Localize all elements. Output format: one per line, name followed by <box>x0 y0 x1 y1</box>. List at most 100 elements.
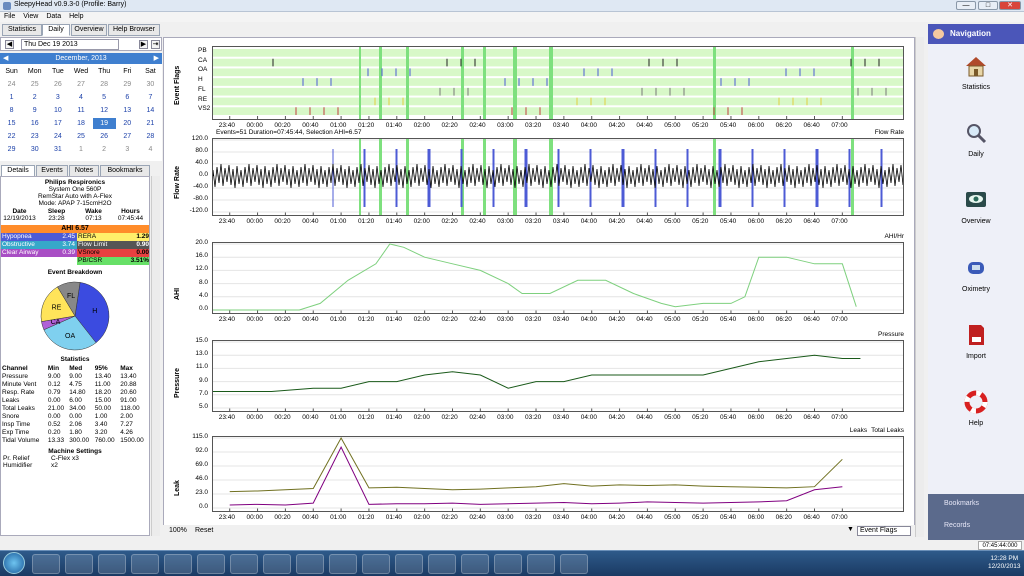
calendar-day[interactable]: 12 <box>93 105 116 116</box>
calendar-day[interactable]: 3 <box>116 144 139 155</box>
next-month-icon[interactable]: ▶ <box>154 53 159 64</box>
calendar-day[interactable]: 26 <box>93 131 116 142</box>
time-tick: 05:00 <box>664 316 681 323</box>
media-player-icon[interactable] <box>98 554 126 574</box>
nav-records[interactable]: Records <box>928 516 1024 538</box>
calendar-day[interactable]: 3 <box>46 92 69 103</box>
menu-view[interactable]: View <box>19 12 42 22</box>
calendar-day[interactable]: 9 <box>23 105 46 116</box>
itunes-icon[interactable] <box>329 554 357 574</box>
excel-icon[interactable] <box>560 554 588 574</box>
calendar-day[interactable]: 2 <box>23 92 46 103</box>
time-tick: 05:00 <box>664 514 681 521</box>
date-field[interactable]: Thu Dec 19 2013 <box>21 39 119 50</box>
calendar-day[interactable]: 15 <box>0 118 23 129</box>
calendar-day[interactable]: 28 <box>139 131 162 142</box>
calendar-day[interactable]: 30 <box>23 144 46 155</box>
leak-plot[interactable] <box>212 436 904 512</box>
chrome-icon[interactable] <box>263 554 291 574</box>
maximize-button[interactable]: □ <box>978 1 998 10</box>
calendar-day[interactable]: 7 <box>139 92 162 103</box>
nav-import[interactable]: Import <box>928 323 1024 360</box>
calendar-day[interactable]: 4 <box>69 92 92 103</box>
calendar-day[interactable]: 30 <box>139 79 162 90</box>
calendar-day[interactable]: 16 <box>23 118 46 129</box>
event-row: Clear Airway 0.39 VSnore 0.00 <box>1 249 149 257</box>
tab-daily[interactable]: Daily <box>42 24 70 36</box>
menu-data[interactable]: Data <box>42 12 65 22</box>
tab-statistics[interactable]: Statistics <box>2 24 42 36</box>
calendar-day[interactable]: 18 <box>69 118 92 129</box>
outlook-icon[interactable] <box>230 554 258 574</box>
flags-plot[interactable] <box>212 46 904 120</box>
sonos-icon[interactable] <box>197 554 225 574</box>
calendar-day[interactable]: 5 <box>93 92 116 103</box>
nav-overview[interactable]: Overview <box>928 188 1024 225</box>
details-scrollbar[interactable] <box>151 176 160 536</box>
calendar-day[interactable]: 10 <box>46 105 69 116</box>
time-tick: 06:40 <box>803 218 820 225</box>
calendar-day[interactable]: 19 <box>92 118 116 129</box>
calendar-day[interactable]: 29 <box>0 144 23 155</box>
tab-overview[interactable]: Overview <box>71 24 107 36</box>
prev-month-icon[interactable]: ◀ <box>3 53 8 64</box>
explorer-icon[interactable] <box>65 554 93 574</box>
dropdown-icon[interactable]: ▼ <box>847 526 854 533</box>
nav-help[interactable]: Help <box>928 390 1024 427</box>
minimize-button[interactable]: — <box>956 1 976 10</box>
media-center-icon[interactable] <box>362 554 390 574</box>
calendar-day[interactable]: 11 <box>69 105 92 116</box>
calendar-day[interactable]: 23 <box>23 131 46 142</box>
next-day-button[interactable]: ▶ <box>139 40 148 49</box>
calendar-day[interactable]: 22 <box>0 131 23 142</box>
calendar-day[interactable]: 1 <box>0 92 23 103</box>
calendar-day[interactable]: 25 <box>23 79 46 90</box>
charts-scrollbar[interactable] <box>915 37 924 537</box>
tab-help-browser[interactable]: Help Browser <box>108 24 160 36</box>
ie-icon[interactable] <box>32 554 60 574</box>
calendar-day[interactable]: 27 <box>69 79 92 90</box>
calendar-day[interactable]: 27 <box>116 131 139 142</box>
calendar-day[interactable]: 21 <box>139 118 162 129</box>
menu-file[interactable]: File <box>0 12 19 22</box>
ahi-plot[interactable] <box>212 242 904 314</box>
calendar-day[interactable]: 8 <box>0 105 23 116</box>
last-day-button[interactable]: ⇥ <box>151 40 160 49</box>
nav-daily[interactable]: Daily <box>928 121 1024 158</box>
remote-desktop-icon[interactable] <box>428 554 456 574</box>
pressure-plot[interactable] <box>212 340 904 412</box>
acrobat-icon[interactable] <box>494 554 522 574</box>
network-icon[interactable] <box>527 554 555 574</box>
calendar-day[interactable]: 20 <box>116 118 139 129</box>
calendar-day[interactable]: 29 <box>116 79 139 90</box>
calendar-day[interactable]: 13 <box>116 105 139 116</box>
wireless-icon[interactable] <box>296 554 324 574</box>
calendar-day[interactable]: 6 <box>116 92 139 103</box>
close-button[interactable]: ✕ <box>999 1 1021 10</box>
calendar-day[interactable]: 25 <box>69 131 92 142</box>
time-tick: 23:40 <box>218 514 235 521</box>
keypass-icon[interactable] <box>395 554 423 574</box>
firefox-icon[interactable] <box>164 554 192 574</box>
calendar-day[interactable]: 24 <box>46 131 69 142</box>
flow-plot[interactable] <box>212 138 904 216</box>
calendar-day[interactable]: 2 <box>93 144 116 155</box>
nav-bookmarks[interactable]: Bookmarks <box>928 494 1024 516</box>
nav-statistics[interactable]: Statistics <box>928 54 1024 91</box>
calendar-day[interactable]: 31 <box>46 144 69 155</box>
menu-help[interactable]: Help <box>65 12 87 22</box>
calendar-day[interactable]: 24 <box>0 79 23 90</box>
calendar-day[interactable]: 28 <box>93 79 116 90</box>
calendar-day[interactable]: 1 <box>69 144 92 155</box>
nav-oximetry[interactable]: Oximetry <box>928 256 1024 293</box>
calendar-day[interactable]: 14 <box>139 105 162 116</box>
prev-day-button[interactable]: ◀ <box>5 40 14 49</box>
calendar-day[interactable]: 17 <box>46 118 69 129</box>
calendar-day[interactable]: 26 <box>46 79 69 90</box>
reset-button[interactable]: Reset <box>195 527 213 534</box>
event-flags-select[interactable]: Event Flags <box>857 526 911 536</box>
windows-media-icon[interactable] <box>461 554 489 574</box>
start-button[interactable] <box>3 552 25 574</box>
calendar-day[interactable]: 4 <box>139 144 162 155</box>
chrome-icon[interactable] <box>131 554 159 574</box>
